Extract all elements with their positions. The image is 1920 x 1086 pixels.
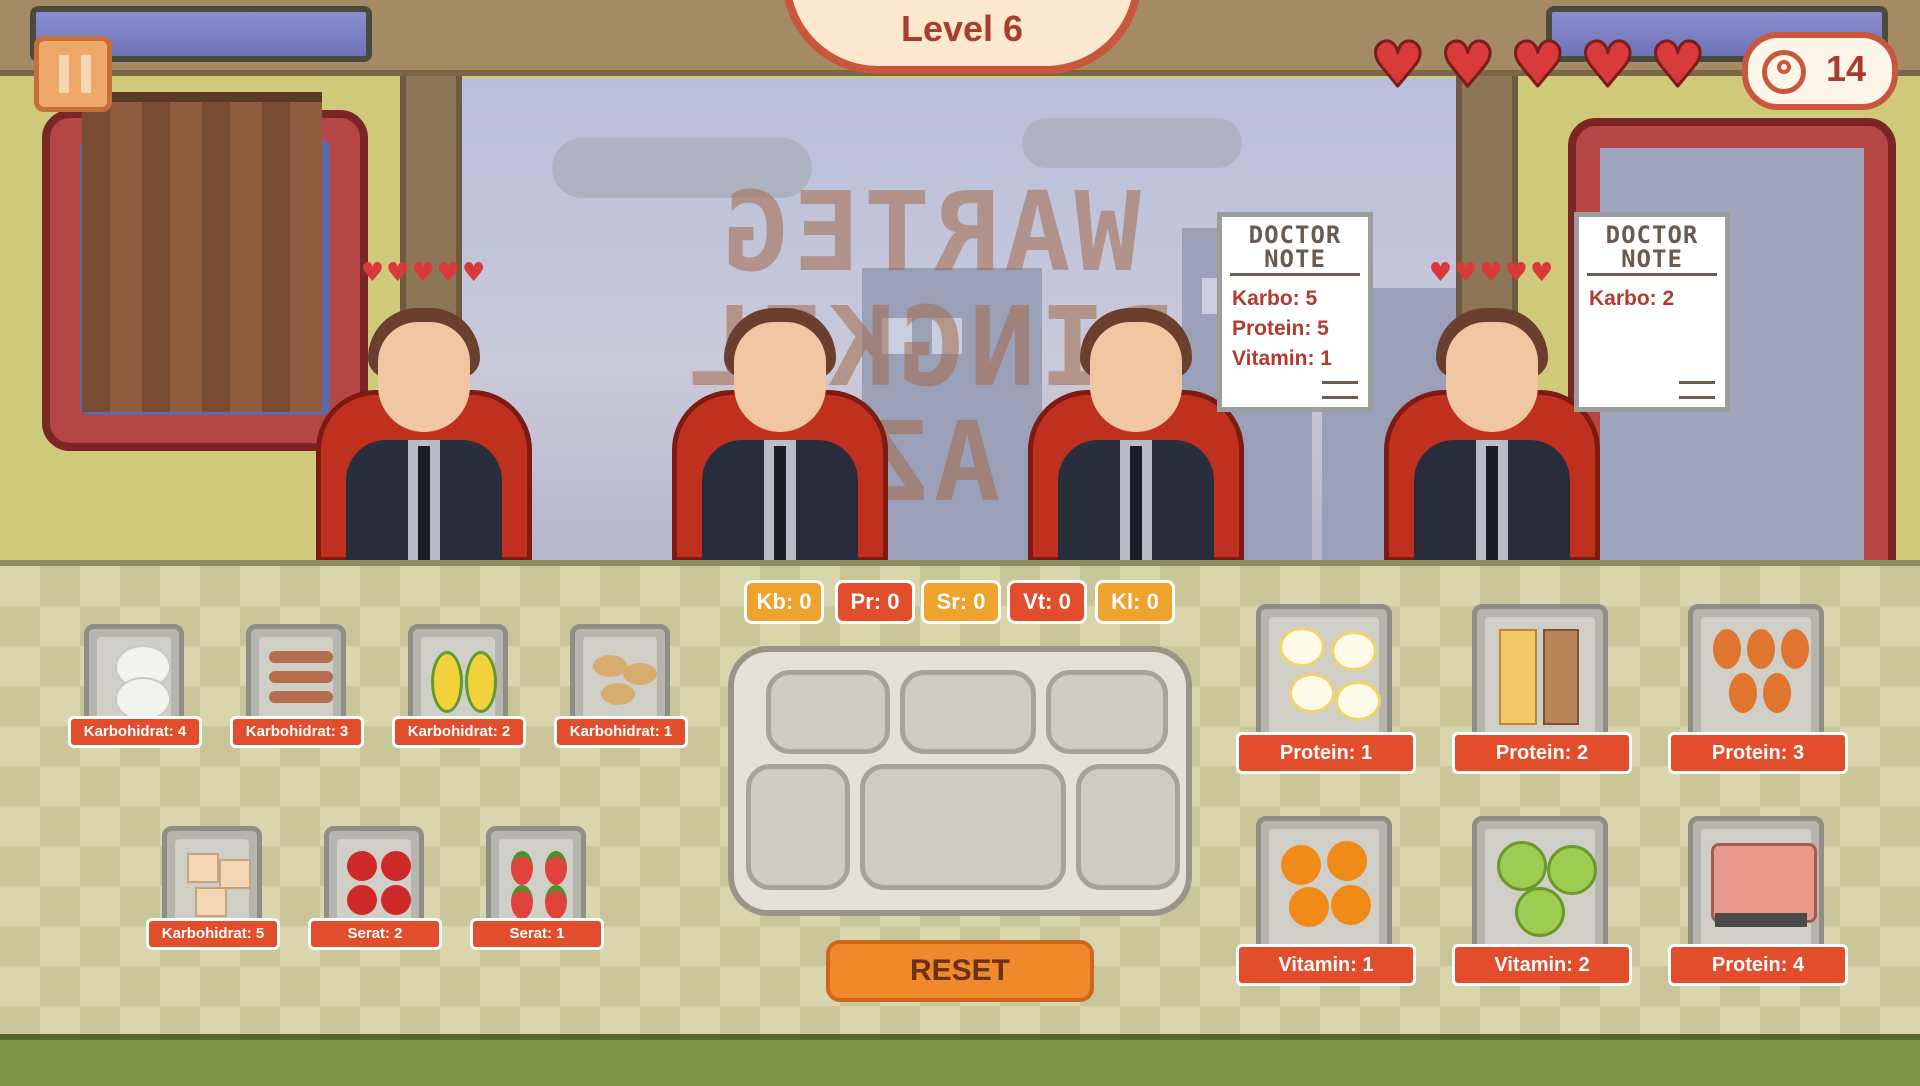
vitamin-counter: Vt: 0 xyxy=(1007,580,1087,624)
heart-icon: ♥ xyxy=(1579,27,1638,103)
heart-icon: ♥ xyxy=(1509,27,1568,103)
reset-button[interactable]: RESET xyxy=(826,940,1094,1002)
egg-icon xyxy=(1279,627,1325,667)
chicken-drumstick-icon xyxy=(1713,629,1741,669)
protein-counter: Pr: 0 xyxy=(835,580,915,624)
customer-count: 14 xyxy=(1826,48,1867,89)
meal-tray[interactable] xyxy=(728,646,1192,916)
floor xyxy=(0,1034,1920,1086)
apple-icon xyxy=(347,851,377,881)
carb-counter: Kb: 0 xyxy=(744,580,824,624)
tray-slot[interactable] xyxy=(1046,670,1168,754)
customer-3[interactable] xyxy=(1028,300,1244,562)
tray-slot[interactable] xyxy=(900,670,1036,754)
strawberry-icon xyxy=(511,851,533,885)
fiber-counter: Sr: 0 xyxy=(921,580,1001,624)
tray-slot[interactable] xyxy=(1076,764,1180,890)
heart-icon: ♥ xyxy=(1369,27,1428,103)
life-hearts: ♥ ♥ ♥ ♥ ♥ xyxy=(1369,0,1740,110)
customer-patience-hearts: ♥♥♥♥♥ xyxy=(1428,258,1556,288)
meat-icon xyxy=(1711,843,1817,923)
doctor-note-2: DOCTOR NOTE Karbo: 2 xyxy=(1574,212,1730,412)
curtain xyxy=(82,92,322,412)
heart-icon: ♥ xyxy=(1649,27,1708,103)
customer-count-badge: 14 xyxy=(1742,32,1898,110)
pause-icon xyxy=(59,55,69,93)
tofu-tempeh-icon xyxy=(1499,629,1537,725)
corn-icon xyxy=(431,651,463,713)
customer-1[interactable]: ♥♥♥♥♥ xyxy=(316,258,532,562)
sausage-icon xyxy=(269,651,333,663)
potato-icon xyxy=(593,655,627,677)
bread-icon xyxy=(187,853,219,883)
customer-2[interactable] xyxy=(672,300,888,562)
customer-4[interactable]: ♥♥♥♥♥ xyxy=(1384,258,1600,562)
grapes-icon xyxy=(1497,841,1547,891)
pause-button[interactable] xyxy=(34,36,112,112)
tray-slot[interactable] xyxy=(860,764,1066,890)
user-icon xyxy=(1762,50,1806,94)
orange-icon xyxy=(1281,845,1321,885)
customer-patience-hearts: ♥♥♥♥♥ xyxy=(360,258,488,288)
tray-slot[interactable] xyxy=(746,764,850,890)
calorie-counter: Kl: 0 xyxy=(1095,580,1175,624)
doctor-note-1: DOCTOR NOTE Karbo: 5 Protein: 5 Vitamin: 1 xyxy=(1217,212,1373,412)
heart-icon: ♥ xyxy=(1439,27,1498,103)
tray-slot[interactable] xyxy=(766,670,890,754)
level-banner: Level 6 xyxy=(782,0,1142,74)
